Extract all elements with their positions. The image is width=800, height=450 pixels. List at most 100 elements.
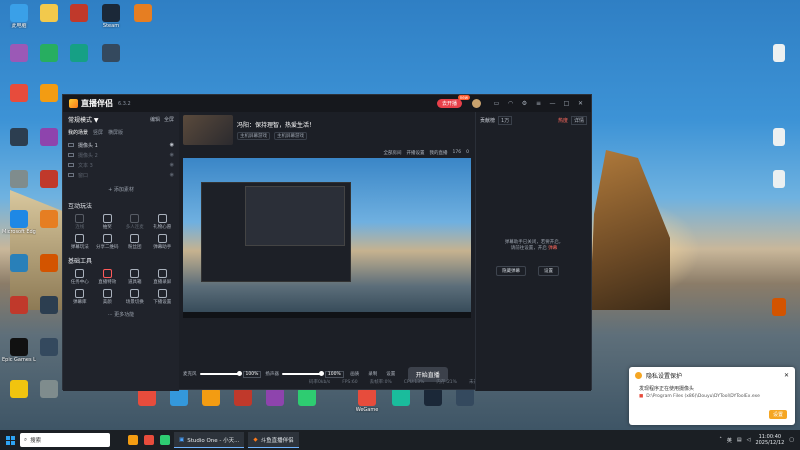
desktop-icon[interactable] xyxy=(32,84,66,102)
desktop-icon-epic[interactable]: Epic Games Launcher xyxy=(2,338,36,363)
settings-icon[interactable]: ⚙ xyxy=(520,99,529,108)
desktop-icon[interactable] xyxy=(62,4,96,23)
my-stream-link[interactable]: 我的直播 xyxy=(430,150,448,156)
chat-link[interactable]: 弹幕 xyxy=(548,246,557,251)
desktop-icon-steam[interactable]: Steam xyxy=(94,4,128,29)
go-live-button[interactable]: 去开播 new xyxy=(436,95,470,108)
desktop-icon[interactable]: 此电脑 xyxy=(2,4,36,29)
chat-settings-button[interactable]: 设置 xyxy=(538,266,559,276)
tool-item[interactable]: 弹幕助手 xyxy=(149,234,177,250)
desktop-icon[interactable] xyxy=(32,254,66,272)
desktop-icon[interactable] xyxy=(94,44,128,62)
details-button[interactable]: 详情 xyxy=(570,116,587,125)
tool-item[interactable]: 道具箱 xyxy=(121,269,149,285)
tool-item[interactable]: 多人连麦 xyxy=(121,214,149,230)
tool-item[interactable]: 分享二维码 xyxy=(94,234,122,250)
desktop-icon-edge[interactable]: Microsoft Edge xyxy=(2,210,36,235)
category-chip[interactable]: 主机屏幕游戏 xyxy=(274,132,307,140)
stream-settings-link[interactable]: 开播设置 xyxy=(407,150,425,156)
desktop-file-icon[interactable] xyxy=(762,128,796,146)
tool-item[interactable]: 弹幕库 xyxy=(66,289,94,305)
tool-item[interactable]: 粉丝团 xyxy=(121,234,149,250)
chevron-up-icon[interactable]: ˄ xyxy=(719,437,722,443)
edit-button[interactable]: 编辑 xyxy=(150,116,160,123)
tab-portrait[interactable]: 竖屏 xyxy=(93,129,103,136)
source-item[interactable]: 文本 3 ◉ xyxy=(68,160,174,170)
user-avatar[interactable] xyxy=(472,99,481,108)
privacy-notification: 隐私设置保护 ✕ 发现程序正在使用摄像头 ■ D:\Program Files … xyxy=(629,367,795,425)
interactive-title: 互动玩法 xyxy=(68,203,93,210)
desktop-icon[interactable] xyxy=(32,338,66,356)
desktop-file-icon[interactable] xyxy=(762,44,796,62)
stream-title[interactable]: 冯阳：保持理智，热爱生活！ xyxy=(237,120,315,129)
maximize-icon[interactable]: □ xyxy=(562,99,571,108)
ime-indicator[interactable]: 英 xyxy=(727,437,732,444)
close-icon[interactable]: ✕ xyxy=(784,372,789,379)
network-icon[interactable]: ▤ xyxy=(737,437,742,443)
desktop-icon[interactable] xyxy=(2,296,36,314)
speaker-volume-slider[interactable] xyxy=(281,371,324,376)
desktop-icon[interactable] xyxy=(32,170,66,188)
add-source-button[interactable]: + 添加素材 xyxy=(63,186,179,193)
desktop-icon[interactable] xyxy=(32,44,66,62)
tool-item[interactable]: 任务中心 xyxy=(66,269,94,285)
desktop-icon[interactable] xyxy=(126,4,160,23)
source-item[interactable]: 摄像头 2 ◉ xyxy=(68,150,174,160)
desktop-icon[interactable] xyxy=(2,84,36,102)
app-icon[interactable] xyxy=(144,435,154,445)
desktop-icon[interactable] xyxy=(32,128,66,146)
desktop-icon[interactable] xyxy=(32,4,66,23)
mic-volume-slider[interactable] xyxy=(199,371,242,376)
desktop-icon-wegame[interactable]: WeGame xyxy=(350,388,384,413)
desktop-ppt-icon[interactable] xyxy=(762,298,796,316)
desktop-icon[interactable] xyxy=(2,380,36,398)
clock[interactable]: 11:00:40 2025/12/12 xyxy=(755,434,784,446)
cpu-usage: CPU:13% xyxy=(403,379,425,385)
tool-item[interactable]: 抽奖 xyxy=(94,214,122,230)
taskbar-task[interactable]: ▣ Studio One - 小天... xyxy=(174,432,245,448)
desktop-icon[interactable] xyxy=(32,210,66,228)
notification-settings-button[interactable]: 设置 xyxy=(768,410,787,419)
desktop-icon[interactable] xyxy=(32,380,66,398)
tool-item[interactable]: 场景切换 xyxy=(121,289,149,305)
tool-item[interactable]: 弹幕玩法 xyxy=(66,234,94,250)
file-explorer-icon[interactable] xyxy=(128,435,138,445)
category-chip[interactable]: 主机屏幕游戏 xyxy=(237,132,270,140)
volume-icon[interactable]: ◁ xyxy=(747,437,751,443)
tool-item[interactable]: 礼物心愿 xyxy=(149,214,177,230)
all-rooms-link[interactable]: 全部房间 xyxy=(384,150,402,156)
tool-item[interactable]: 直播录屏 xyxy=(149,269,177,285)
tool-item[interactable]: 直播特效 xyxy=(94,269,122,285)
desktop-icon[interactable] xyxy=(2,254,36,272)
taskbar-task-active[interactable]: ◆ 斗鱼直播伴侣 xyxy=(248,432,299,448)
desktop-file-icon[interactable] xyxy=(762,170,796,188)
desktop-icon[interactable] xyxy=(2,128,36,146)
desktop-icon[interactable] xyxy=(2,44,36,62)
tool-item[interactable]: 美颜 xyxy=(94,289,122,305)
menu-icon[interactable]: ≡ xyxy=(534,99,543,108)
start-button[interactable] xyxy=(0,430,20,450)
fullscreen-button[interactable]: 全屏 xyxy=(164,116,174,123)
more-features-button[interactable]: ··· 更多功能 xyxy=(63,311,179,318)
minimize-icon[interactable]: — xyxy=(548,99,557,108)
source-item[interactable]: 窗口 ◉ xyxy=(68,170,174,180)
source-item[interactable]: 摄像头 1 ◉ xyxy=(68,140,174,150)
tab-landscape[interactable]: 横屏版 xyxy=(108,129,123,136)
headset-icon[interactable]: ◠ xyxy=(506,99,515,108)
desktop-icon[interactable] xyxy=(2,170,36,188)
stream-preview[interactable] xyxy=(183,158,471,318)
close-icon[interactable]: ✕ xyxy=(576,99,585,108)
desktop-icon[interactable] xyxy=(32,296,66,314)
message-icon[interactable]: ▭ xyxy=(492,99,501,108)
mode-select[interactable]: 常规模式 ▼ xyxy=(68,115,99,124)
hide-chat-button[interactable]: 隐藏弹幕 xyxy=(496,266,526,276)
tool-item[interactable]: 连线 xyxy=(66,214,94,230)
stream-thumbnail[interactable] xyxy=(183,115,233,145)
taskbar-search[interactable]: ⌕ 搜索 xyxy=(20,433,110,447)
notification-icon[interactable]: ▢ xyxy=(789,437,794,443)
app-icon[interactable] xyxy=(160,435,170,445)
contribution-rank[interactable]: 贡献榜 xyxy=(480,117,495,124)
desktop-icon[interactable] xyxy=(62,44,96,62)
tab-my-scenes[interactable]: 我的场景 xyxy=(68,129,88,136)
tool-item[interactable]: 下播设置 xyxy=(149,289,177,305)
